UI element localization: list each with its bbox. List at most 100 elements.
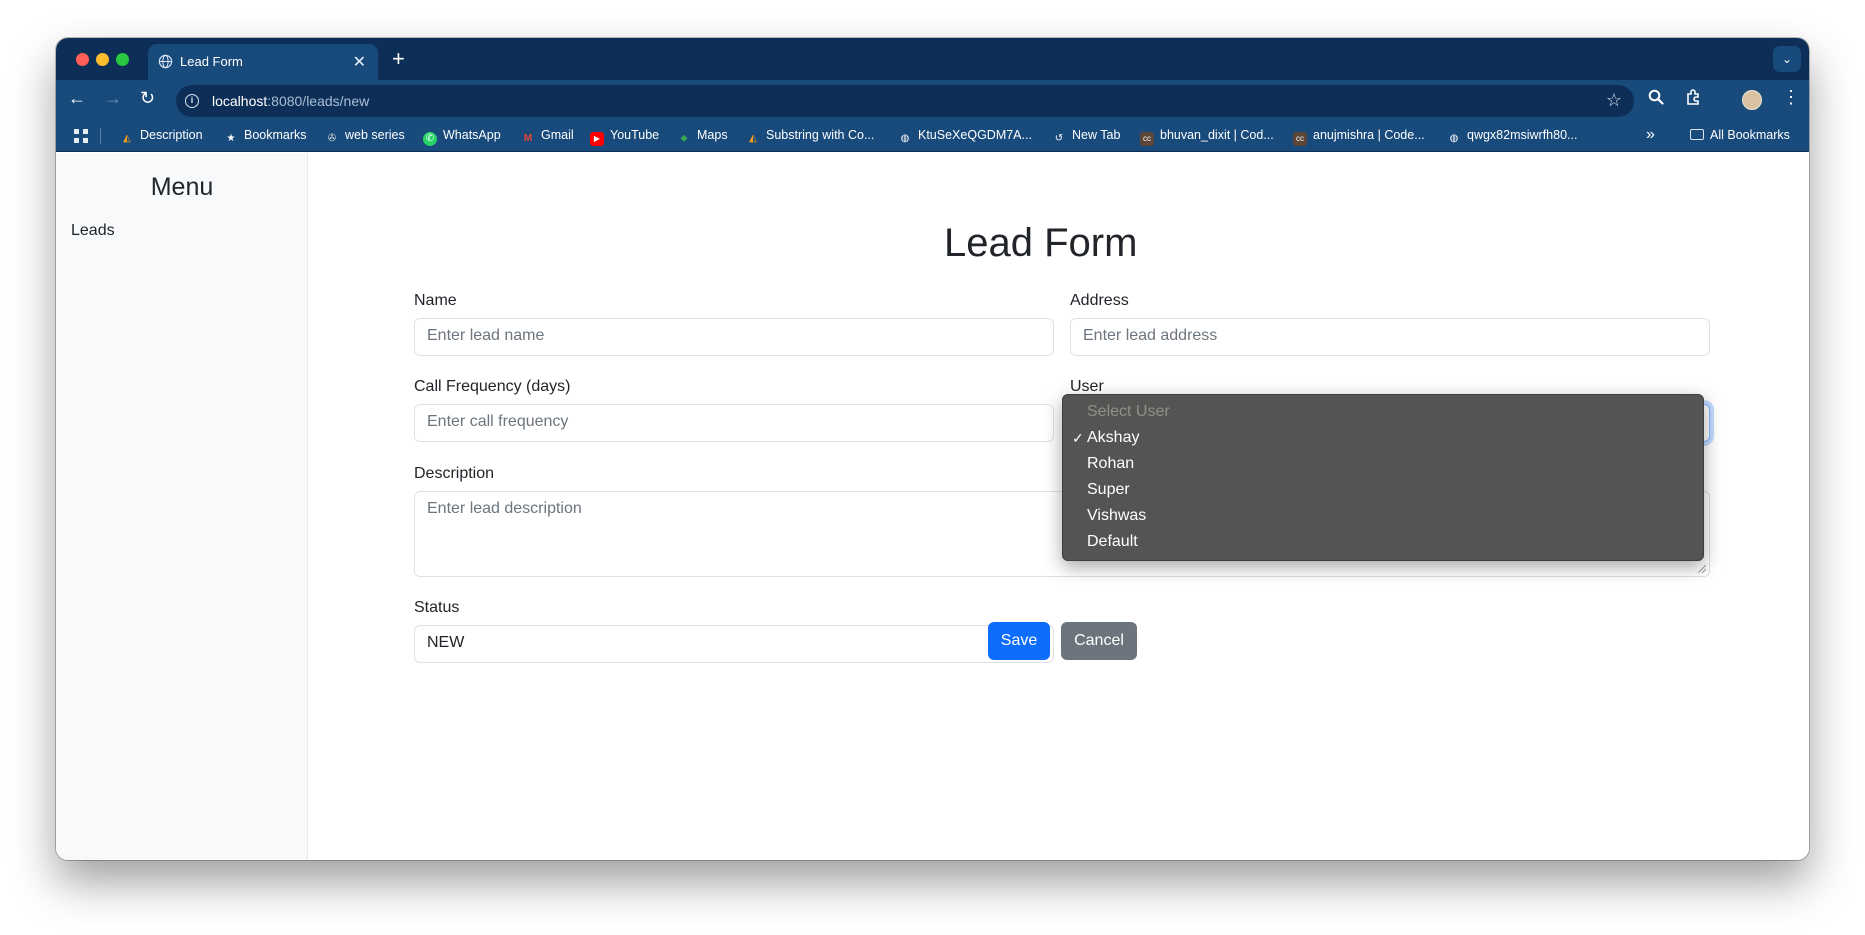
more-options-icon[interactable]: ⋮ [1782, 87, 1800, 108]
bookmark-item[interactable]: cc anujmishra | Code... [1293, 128, 1425, 146]
youtube-icon: ▶ [590, 132, 604, 146]
bookmark-label: Description [140, 128, 203, 142]
description-placeholder: Enter lead description [427, 500, 582, 517]
sidebar: Menu Leads [56, 153, 308, 860]
browser-toolbar: ← → ↻ i localhost:8080/leads/new ☆ ⋮ [56, 80, 1809, 120]
bookmark-star-icon[interactable]: ☆ [1606, 90, 1622, 111]
sidebar-title: Menu [150, 173, 214, 201]
bookmark-item[interactable]: ◭ Substring with Co... [746, 128, 874, 146]
apps-grid-icon[interactable] [74, 129, 88, 143]
status-value: NEW [427, 634, 465, 651]
maps-pin-icon: ⬥ [680, 133, 688, 144]
film-reel-icon: ✇ [327, 133, 337, 144]
bookmark-label: qwgx82msiwrfh80... [1467, 128, 1578, 142]
bookmark-label: WhatsApp [443, 128, 501, 142]
browser-tab-active[interactable]: Lead Form ✕ [148, 44, 378, 80]
bookmark-item[interactable]: ◍ KtuSeXeQGDM7A... [898, 128, 1032, 146]
url-text: localhost:8080/leads/new [212, 93, 369, 109]
option-label: Rohan [1087, 455, 1135, 472]
description-label: Description [414, 465, 495, 482]
all-bookmarks-button[interactable]: All Bookmarks [1690, 128, 1790, 142]
option-label: Default [1087, 533, 1138, 550]
dropdown-option[interactable]: Vishwas [1063, 503, 1703, 529]
bookmark-label: bhuvan_dixit | Cod... [1160, 128, 1274, 142]
page-title: Lead Form [944, 221, 1138, 265]
call-frequency-input[interactable]: Enter call frequency [414, 404, 1054, 442]
codechef-icon: cc [1140, 132, 1154, 146]
bookmark-label: Maps [697, 128, 728, 142]
browser-titlebar: Lead Form ✕ + ⌄ [56, 38, 1809, 80]
bookmark-item[interactable]: ◭ Description [120, 128, 203, 146]
bookmark-item[interactable]: ↺ New Tab [1052, 128, 1121, 146]
address-label: Address [1070, 292, 1129, 309]
extensions-puzzle-icon[interactable] [1686, 89, 1702, 110]
more-bookmarks-chevron-icon[interactable]: » [1646, 126, 1655, 144]
option-label: Vishwas [1087, 507, 1147, 524]
tab-title: Lead Form [180, 54, 243, 69]
history-icon: ↺ [1054, 133, 1064, 144]
bookmark-label: YouTube [610, 128, 660, 142]
globe-icon: ◍ [900, 133, 910, 144]
codechef-icon: cc [1293, 132, 1307, 146]
resize-handle-icon[interactable] [1698, 565, 1706, 573]
bookmark-item[interactable]: ✇ web series [325, 128, 405, 146]
bookmark-item[interactable]: ✆ WhatsApp [423, 128, 501, 146]
bookmark-label: Bookmarks [244, 128, 307, 142]
bookmark-item[interactable]: ★ Bookmarks [224, 128, 307, 146]
search-icon[interactable] [1648, 89, 1664, 110]
bookmark-item[interactable]: ▶ YouTube [590, 128, 659, 146]
whatsapp-icon: ✆ [423, 132, 437, 146]
new-tab-button[interactable]: + [392, 46, 405, 72]
dropdown-option[interactable]: Default [1063, 529, 1703, 555]
bookmark-label: Gmail [541, 128, 574, 142]
address-bar[interactable]: i localhost:8080/leads/new ☆ [176, 85, 1634, 117]
bookmark-item[interactable]: M Gmail [521, 128, 574, 146]
globe-icon: ◍ [1449, 133, 1459, 144]
name-label: Name [414, 292, 457, 309]
forward-arrow-icon[interactable]: → [104, 88, 122, 109]
back-arrow-icon[interactable]: ← [68, 88, 86, 109]
bookmarks-divider [100, 128, 101, 144]
sidebar-item-leads[interactable]: Leads [71, 222, 115, 240]
profile-avatar[interactable] [1742, 90, 1762, 110]
address-input[interactable]: Enter lead address [1070, 318, 1710, 356]
close-window-button[interactable] [76, 53, 89, 66]
option-label: Select User [1087, 403, 1170, 420]
dropdown-option[interactable]: ✓ Akshay [1063, 425, 1703, 451]
site-info-icon[interactable]: i [185, 94, 199, 108]
status-select[interactable]: NEW [414, 625, 1054, 663]
leetcode-icon: ◭ [749, 133, 757, 144]
bookmark-label: New Tab [1072, 128, 1121, 142]
cancel-button[interactable]: Cancel [1061, 622, 1137, 660]
bookmark-label: KtuSeXeQGDM7A... [918, 128, 1032, 142]
bookmark-label: anujmishra | Code... [1313, 128, 1425, 142]
bookmark-label: Substring with Co... [766, 128, 875, 142]
dropdown-option: Select User [1063, 399, 1703, 425]
bookmark-item[interactable]: ⬥ Maps [677, 128, 728, 146]
bookmark-item[interactable]: ◍ qwgx82msiwrfh80... [1447, 128, 1578, 146]
status-label: Status [414, 599, 460, 616]
dropdown-option[interactable]: Rohan [1063, 451, 1703, 477]
maximize-window-button[interactable] [116, 53, 129, 66]
checkmark-icon: ✓ [1072, 430, 1084, 446]
bookmarks-bar: ◭ Description ★ Bookmarks ✇ web series ✆ Wha… [56, 120, 1809, 152]
reload-icon[interactable]: ↻ [140, 88, 155, 109]
leetcode-icon: ◭ [123, 133, 131, 144]
tab-search-dropdown-icon[interactable]: ⌄ [1773, 46, 1801, 72]
globe-icon [158, 54, 173, 69]
folder-icon [1690, 129, 1704, 140]
all-bookmarks-label: All Bookmarks [1710, 128, 1790, 142]
url-path: :8080/leads/new [267, 93, 370, 109]
close-tab-icon[interactable]: ✕ [353, 52, 366, 72]
gmail-icon: M [523, 133, 533, 144]
name-input[interactable]: Enter lead name [414, 318, 1054, 356]
bookmark-item[interactable]: cc bhuvan_dixit | Cod... [1140, 128, 1274, 146]
star-icon: ★ [226, 133, 236, 144]
minimize-window-button[interactable] [96, 53, 109, 66]
option-label: Akshay [1087, 429, 1140, 446]
call-frequency-label: Call Frequency (days) [414, 378, 571, 395]
bookmark-label: web series [345, 128, 405, 142]
dropdown-option[interactable]: Super [1063, 477, 1703, 503]
user-select-dropdown: Select User ✓ Akshay Rohan Super Vishwas … [1062, 394, 1704, 561]
save-button[interactable]: Save [988, 622, 1050, 660]
